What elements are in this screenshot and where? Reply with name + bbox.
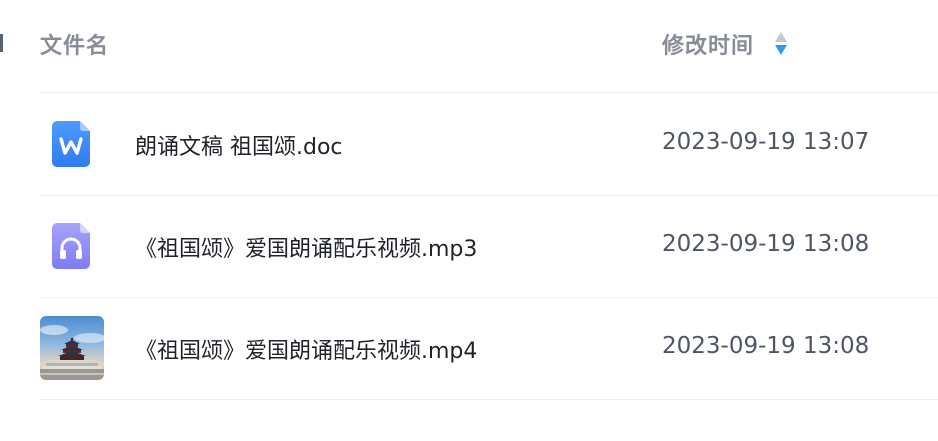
table-row[interactable]: 《祖国颂》爱国朗诵配乐视频.mp3 2023-09-19 13:08 [40, 195, 938, 298]
file-list: 文件名 修改时间 朗诵文稿 祖国颂.doc 2023-09-19 13:07 《… [0, 0, 938, 441]
column-header-modified-time[interactable]: 修改时间 [662, 28, 788, 60]
word-doc-icon [40, 112, 104, 176]
file-name[interactable]: 《祖国颂》爱国朗诵配乐视频.mp4 [135, 333, 477, 365]
sort-descending-arrow [775, 45, 788, 55]
file-modified-time: 2023-09-19 13:08 [662, 333, 870, 359]
file-modified-time: 2023-09-19 13:08 [662, 231, 870, 257]
table-header: 文件名 修改时间 [40, 0, 938, 93]
sort-icon[interactable] [774, 31, 788, 57]
file-name[interactable]: 朗诵文稿 祖国颂.doc [135, 129, 343, 161]
video-thumbnail-icon [40, 316, 104, 380]
column-header-modified-time-label: 修改时间 [662, 34, 755, 59]
table-row[interactable]: 朗诵文稿 祖国颂.doc 2023-09-19 13:07 [40, 93, 938, 196]
column-header-name[interactable]: 文件名 [40, 28, 109, 60]
audio-file-icon [40, 214, 104, 278]
left-edge-marker [0, 34, 3, 52]
file-modified-time: 2023-09-19 13:07 [662, 129, 870, 155]
file-name[interactable]: 《祖国颂》爱国朗诵配乐视频.mp3 [135, 231, 477, 263]
table-row[interactable]: 《祖国颂》爱国朗诵配乐视频.mp4 2023-09-19 13:08 [40, 297, 938, 400]
sort-ascending-arrow [775, 32, 788, 42]
